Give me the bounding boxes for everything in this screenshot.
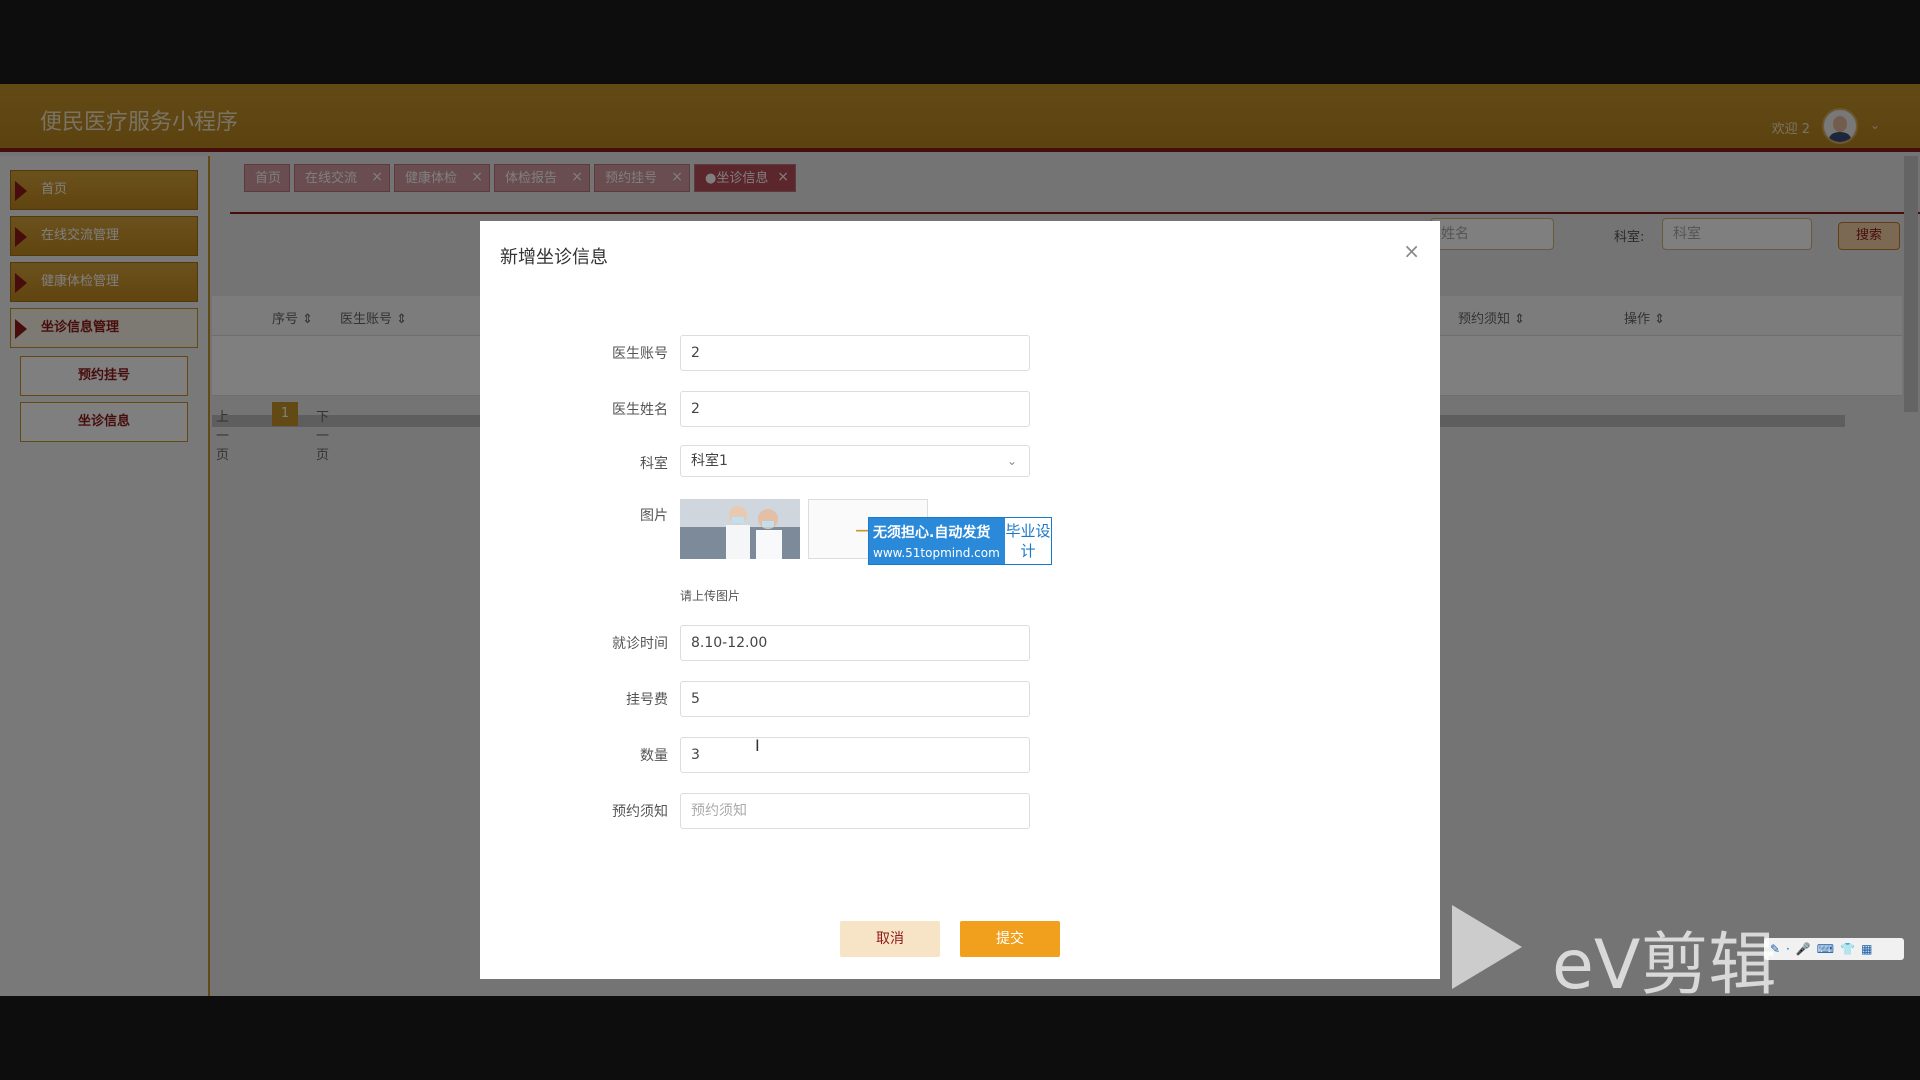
letterbox-top [0, 0, 1920, 84]
fee-input[interactable]: 5 [680, 681, 1030, 717]
uploaded-image-thumbnail[interactable] [680, 499, 800, 559]
ime-toolbar[interactable]: ✎·🎤⌨👕▦ [1764, 938, 1904, 960]
count-input[interactable]: 3 [680, 737, 1030, 773]
add-clinic-info-dialog: 新增坐诊信息 × 医生账号 2 医生姓名 2 科室 科室1 ⌄ 图片 — 请上传… [480, 221, 1440, 979]
fee-label: 挂号费 [626, 692, 668, 708]
doctor-account-input[interactable]: 2 [680, 335, 1030, 371]
dept-field-label: 科室 [640, 456, 668, 472]
watermark-url: www.51topmind.com [873, 546, 1000, 560]
dialog-title: 新增坐诊信息 [500, 247, 608, 268]
doctor-photo [680, 499, 800, 559]
dept-selected-value: 科室1 [691, 453, 728, 469]
visit-time-input[interactable]: 8.10-12.00 [680, 625, 1030, 661]
close-icon[interactable]: × [1403, 239, 1420, 263]
play-icon [1452, 905, 1522, 989]
upload-hint-text: 请上传图片 [680, 589, 741, 603]
submit-button[interactable]: 提交 [960, 921, 1060, 957]
ev-logo-text: eV剪辑 [1552, 926, 1777, 1005]
dept-field-select[interactable]: 科室1 ⌄ [680, 445, 1030, 477]
ev-watermark-logo: eV剪辑 [1452, 905, 1812, 1005]
visit-time-label: 就诊时间 [612, 636, 668, 652]
doctor-account-label: 医生账号 [612, 346, 668, 362]
chevron-down-icon: ⌄ [1006, 454, 1017, 468]
watermark-badge: 无须担心.自动发货 www.51topmind.com 毕业设计 [868, 517, 1052, 565]
ime-icons: ✎·🎤⌨👕▦ [1770, 942, 1879, 956]
app-window: 便民医疗服务小程序 欢迎 2 ⌄ 首页 在线交流管理 健康体检管理 坐诊信息管理… [0, 84, 1920, 996]
cancel-button[interactable]: 取消 [840, 921, 940, 957]
doctor-name-label: 医生姓名 [612, 402, 668, 418]
image-label: 图片 [640, 508, 668, 524]
count-label: 数量 [640, 748, 668, 764]
text-cursor-icon: I [755, 736, 760, 755]
letterbox-bottom [0, 996, 1920, 1080]
doctor-name-input[interactable]: 2 [680, 391, 1030, 427]
notice-label: 预约须知 [612, 804, 668, 820]
notice-input[interactable]: 预约须知 [680, 793, 1030, 829]
watermark-main-text: 无须担心.自动发货 [873, 525, 991, 541]
watermark-side-text: 毕业设计 [1005, 518, 1051, 564]
